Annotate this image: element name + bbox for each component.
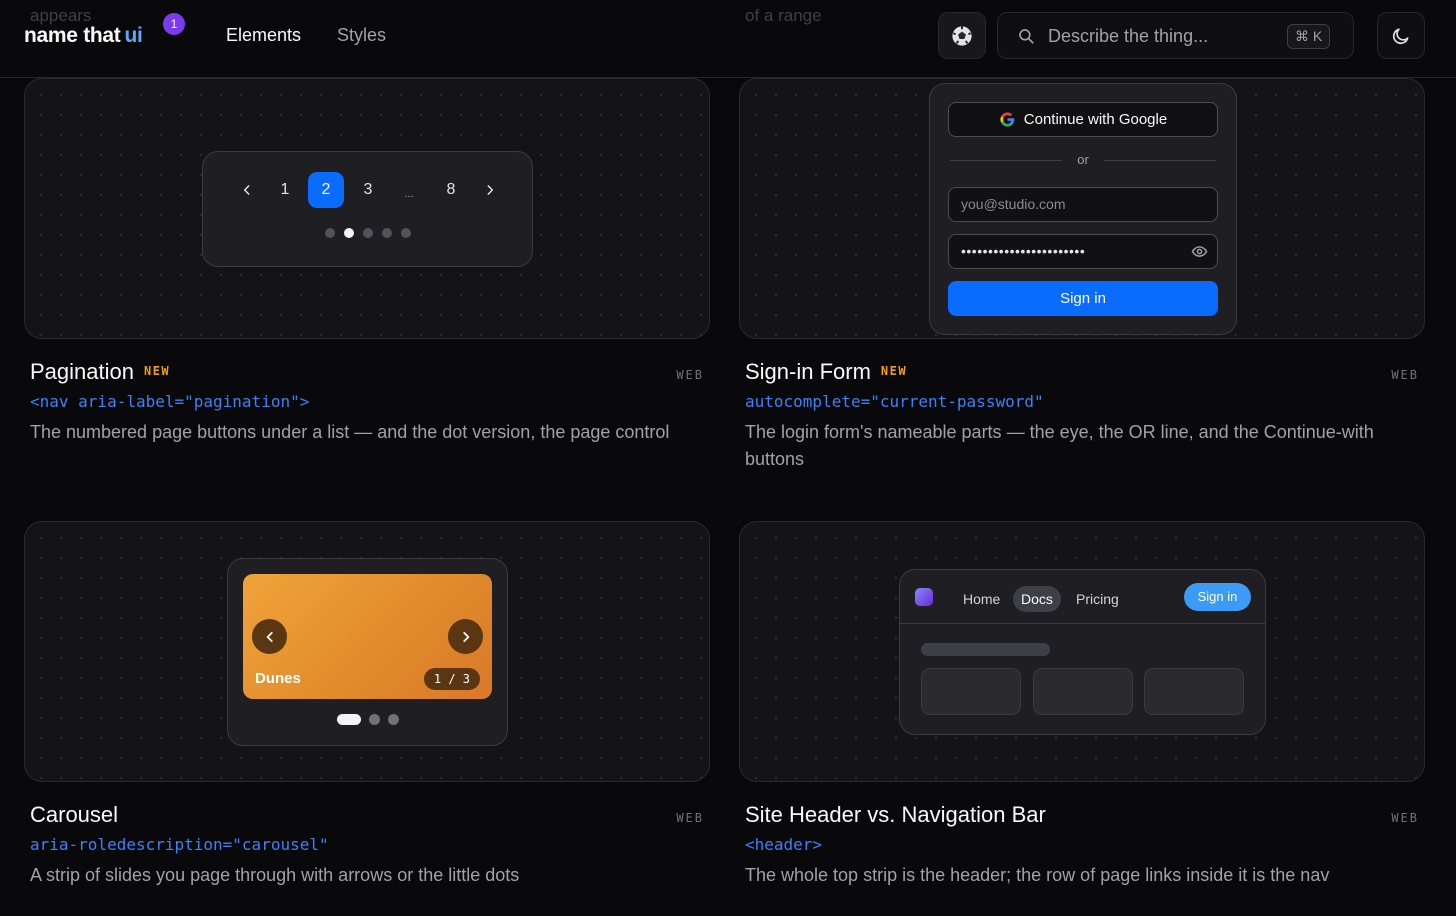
carousel-next-button[interactable] — [448, 619, 483, 654]
skeleton-tile — [1033, 668, 1133, 715]
theme-toggle-button[interactable] — [1377, 12, 1425, 59]
google-icon — [1000, 112, 1015, 127]
password-mask: ••••••••••••••••••••••• — [961, 243, 1086, 259]
page-ellipsis: ... — [404, 188, 414, 200]
chevron-right-icon — [462, 631, 469, 642]
signin-demo: Continue with Google or you@studio.com •… — [929, 83, 1237, 335]
site-header-card-preview[interactable]: Home Docs Pricing Sign in — [739, 521, 1425, 782]
code-snippet: autocomplete="current-password" — [745, 392, 1044, 411]
carousel-prev-button[interactable] — [252, 619, 287, 654]
new-badge: NEW — [880, 364, 908, 378]
scrolled-text-fragment: appears — [30, 6, 92, 25]
logo-text: name that — [24, 24, 121, 47]
google-button-label: Continue with Google — [1023, 111, 1168, 128]
carousel-dot[interactable] — [387, 714, 399, 725]
platform-tag: WEB — [1391, 368, 1419, 382]
page-dot-active[interactable] — [343, 228, 354, 238]
search-input[interactable]: Describe the thing... — [1048, 26, 1208, 47]
code-snippet: <nav aria-label="pagination"> — [30, 392, 310, 411]
nav-styles-link[interactable]: Styles — [337, 25, 386, 46]
search-box[interactable]: Describe the thing... ⌘ K — [997, 12, 1354, 59]
divider-line — [1104, 160, 1216, 161]
shortcut-hint: ⌘ K — [1287, 24, 1331, 49]
slide-counter: 1 / 3 — [423, 668, 480, 690]
pagination-row: 1 2 3 ... 8 — [203, 172, 532, 208]
code-snippet: <header> — [745, 835, 823, 854]
carousel-card-info: Carousel WEB aria-roledescription="carou… — [30, 802, 716, 889]
skeleton-line — [921, 643, 1050, 656]
skeleton-tile — [1144, 668, 1244, 715]
prev-page-button[interactable] — [229, 172, 265, 208]
demo-nav-docs[interactable]: Docs — [1013, 586, 1061, 612]
carousel-dots — [228, 714, 507, 725]
password-field[interactable]: ••••••••••••••••••••••• — [948, 234, 1218, 269]
card-title[interactable]: Sign-in Form — [745, 359, 871, 385]
new-badge: NEW — [143, 364, 171, 378]
skeleton-tile — [921, 668, 1021, 715]
card-description: The login form's nameable parts — the ey… — [745, 422, 1374, 469]
page-dot[interactable] — [362, 228, 373, 238]
page-button-active[interactable]: 2 — [308, 172, 344, 208]
site-header: appears of a range name that ui 1 Element… — [0, 0, 1456, 78]
chevron-left-icon — [243, 185, 250, 195]
signin-card-info: Sign-in Form NEW WEB autocomplete="curren… — [745, 359, 1431, 473]
pagination-card-preview[interactable]: 1 2 3 ... 8 — [24, 78, 710, 339]
page-control-dots — [203, 228, 532, 238]
card-title[interactable]: Site Header vs. Navigation Bar — [745, 802, 1046, 828]
platform-tag: WEB — [676, 368, 704, 382]
continue-with-google-button[interactable]: Continue with Google — [948, 102, 1218, 137]
card-title[interactable]: Carousel — [30, 802, 118, 828]
card-title[interactable]: Pagination — [30, 359, 134, 385]
page-dot[interactable] — [400, 228, 411, 238]
notification-badge: 1 — [163, 13, 185, 35]
carousel-dot[interactable] — [368, 714, 380, 725]
page-dot[interactable] — [381, 228, 392, 238]
next-page-button[interactable] — [472, 172, 508, 208]
carousel-dot-active[interactable] — [336, 714, 361, 725]
search-icon — [1019, 29, 1034, 44]
random-element-button[interactable] — [938, 12, 986, 59]
pagination-demo: 1 2 3 ... 8 — [202, 151, 533, 267]
pagination-card-info: Pagination NEW WEB <nav aria-label="pagin… — [30, 359, 716, 446]
demo-nav-pricing[interactable]: Pricing — [1068, 586, 1127, 612]
card-description: The numbered page buttons under a list —… — [30, 422, 670, 442]
carousel-slide: Dunes 1 / 3 — [243, 574, 492, 699]
signin-card-preview[interactable]: Continue with Google or you@studio.com •… — [739, 78, 1425, 339]
card-description: A strip of slides you page through with … — [30, 865, 520, 885]
carousel-demo: Dunes 1 / 3 — [227, 558, 508, 746]
platform-tag: WEB — [676, 811, 704, 825]
platform-tag: WEB — [1391, 811, 1419, 825]
nav-elements-link[interactable]: Elements — [226, 25, 301, 46]
moon-icon — [1392, 28, 1409, 44]
page-dot[interactable] — [324, 228, 335, 238]
scrolled-text-fragment: of a range — [745, 6, 822, 25]
card-description: The whole top strip is the header; the r… — [745, 865, 1330, 885]
chevron-right-icon — [487, 185, 494, 195]
demo-header-bar: Home Docs Pricing Sign in — [900, 570, 1265, 624]
demo-logo — [915, 588, 933, 606]
sign-in-button[interactable]: Sign in — [948, 281, 1218, 316]
site-header-card-info: Site Header vs. Navigation Bar WEB <head… — [745, 802, 1431, 889]
code-snippet: aria-roledescription="carousel" — [30, 835, 329, 854]
carousel-card-preview[interactable]: Dunes 1 / 3 — [24, 521, 710, 782]
page-button[interactable]: 1 — [267, 172, 303, 208]
chevron-left-icon — [266, 631, 273, 642]
eye-icon[interactable] — [1191, 243, 1208, 260]
soccer-ball-icon — [952, 25, 972, 46]
site-header-demo: Home Docs Pricing Sign in — [899, 569, 1266, 735]
logo-accent: ui — [124, 24, 143, 47]
demo-nav-home[interactable]: Home — [955, 586, 1008, 612]
email-field[interactable]: you@studio.com — [948, 187, 1218, 222]
or-divider: or — [950, 152, 1216, 168]
slide-caption: Dunes — [255, 670, 301, 687]
page-button[interactable]: 3 — [350, 172, 386, 208]
logo-link[interactable]: name that ui — [24, 24, 143, 48]
demo-sign-in-button[interactable]: Sign in — [1184, 583, 1251, 611]
page-button[interactable]: 8 — [433, 172, 469, 208]
